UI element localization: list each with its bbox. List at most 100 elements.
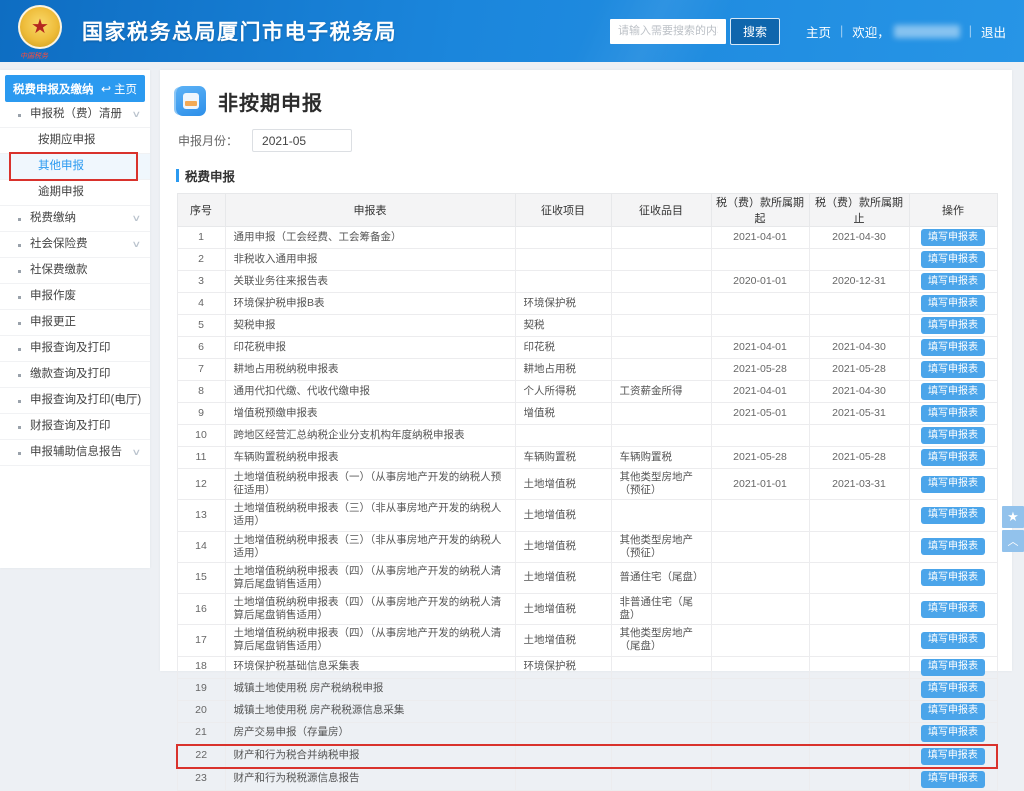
table-row: 21房产交易申报（存量房）填写申报表 (177, 722, 997, 745)
fill-form-button[interactable]: 填写申报表 (921, 476, 985, 493)
sidebar-item-label: 申报查询及打印(电厅) (30, 388, 141, 413)
fill-form-button[interactable]: 填写申报表 (921, 339, 985, 356)
sidebar-item[interactable]: 税费缴纳∨ (0, 206, 150, 232)
section-accent-bar (176, 169, 179, 182)
declaration-month-input[interactable] (252, 129, 352, 152)
cell-levy-item: 土地增值税 (515, 562, 611, 593)
fill-form-button[interactable]: 填写申报表 (921, 251, 985, 268)
cell-form-name: 土地增值税纳税申报表（三）（非从事房地产开发的纳税人适用） (225, 500, 515, 531)
fill-form-button[interactable]: 填写申报表 (921, 449, 985, 466)
cell-levy-subitem (611, 359, 711, 381)
fill-form-button[interactable]: 填写申报表 (921, 317, 985, 334)
sidebar-item[interactable]: 缴款查询及打印 (0, 362, 150, 388)
sidebar-item[interactable]: 申报作废 (0, 284, 150, 310)
sidebar-item[interactable]: 社会保险费∨ (0, 232, 150, 258)
logo-caption: 中国税务 (20, 51, 48, 61)
bullet-icon (18, 114, 21, 117)
sidebar-home-label: 主页 (114, 81, 137, 97)
sidebar-home-button[interactable]: ↩ 主页 (101, 81, 137, 97)
column-header: 税（费）款所属期止 (809, 194, 909, 227)
cell-levy-subitem (611, 293, 711, 315)
fill-form-button[interactable]: 填写申报表 (921, 632, 985, 649)
fill-form-button[interactable]: 填写申报表 (921, 601, 985, 618)
sidebar-item[interactable]: 申报辅助信息报告∨ (0, 440, 150, 466)
cell-action: 填写申报表 (909, 700, 997, 722)
column-header: 操作 (909, 194, 997, 227)
sidebar-item[interactable]: 逾期申报 (0, 180, 150, 206)
search-box: 搜索 (610, 18, 780, 45)
fill-form-button[interactable]: 填写申报表 (921, 361, 985, 378)
cell-period-start: 2021-04-01 (711, 227, 809, 249)
table-header-row: 序号申报表征收项目征收品目税（费）款所属期起税（费）款所属期止操作 (177, 194, 997, 227)
sidebar-item-label: 申报税（费）清册 (30, 102, 122, 127)
cell-levy-item: 环境保护税 (515, 656, 611, 678)
sidebar-item[interactable]: 其他申报 (0, 154, 150, 180)
cell-index: 20 (177, 700, 225, 722)
chevron-down-icon: ∨ (132, 232, 142, 257)
cell-form-name: 土地增值税纳税申报表（四）（从事房地产开发的纳税人清算后尾盘销售适用） (225, 562, 515, 593)
table-row: 5契税申报契税填写申报表 (177, 315, 997, 337)
tax-declaration-table: 序号申报表征收项目征收品目税（费）款所属期起税（费）款所属期止操作 1通用申报（… (176, 193, 998, 791)
sidebar-item[interactable]: 申报更正 (0, 310, 150, 336)
sidebar-header: 税费申报及缴纳 ↩ 主页 (5, 75, 145, 102)
fill-form-button[interactable]: 填写申报表 (921, 295, 985, 312)
cell-action: 填写申报表 (909, 293, 997, 315)
fill-form-button[interactable]: 填写申报表 (921, 748, 985, 765)
floating-toolbar: ★ ︿ (1002, 506, 1024, 554)
back-to-top-button[interactable]: ︿ (1002, 530, 1024, 552)
table-row: 7耕地占用税纳税申报表耕地占用税2021-05-282021-05-28填写申报… (177, 359, 997, 381)
fill-form-button[interactable]: 填写申报表 (921, 229, 985, 246)
favorite-star-button[interactable]: ★ (1002, 506, 1024, 528)
fill-form-button[interactable]: 填写申报表 (921, 569, 985, 586)
top-header: ★ 中国税务 国家税务总局厦门市电子税务局 搜索 主页 | 欢迎， | 退出 (0, 0, 1024, 62)
sidebar-menu: 申报税（费）清册∨按期应申报其他申报逾期申报税费缴纳∨社会保险费∨社保费缴款申报… (0, 102, 150, 466)
sidebar-item[interactable]: 申报查询及打印(电厅) (0, 388, 150, 414)
home-link[interactable]: 主页 (806, 22, 831, 41)
cell-period-end (809, 249, 909, 271)
cell-index: 4 (177, 293, 225, 315)
cell-levy-item: 土地增值税 (515, 469, 611, 500)
logout-link[interactable]: 退出 (981, 22, 1006, 41)
divider: | (969, 24, 972, 38)
cell-levy-item (515, 678, 611, 700)
cell-period-end: 2021-05-28 (809, 359, 909, 381)
search-input[interactable] (610, 19, 726, 44)
fill-form-button[interactable]: 填写申报表 (921, 405, 985, 422)
cell-levy-subitem (611, 500, 711, 531)
table-row: 17土地增值税纳税申报表（四）（从事房地产开发的纳税人清算后尾盘销售适用）土地增… (177, 625, 997, 656)
fill-form-button[interactable]: 填写申报表 (921, 771, 985, 788)
sidebar-item-label: 社保费缴款 (30, 258, 88, 283)
cell-period-end: 2021-03-31 (809, 469, 909, 500)
fill-form-button[interactable]: 填写申报表 (921, 681, 985, 698)
cell-levy-item (515, 700, 611, 722)
search-button[interactable]: 搜索 (730, 18, 780, 45)
table-row: 15土地增值税纳税申报表（四）（从事房地产开发的纳税人清算后尾盘销售适用）土地增… (177, 562, 997, 593)
cell-levy-subitem (611, 271, 711, 293)
cell-period-end (809, 425, 909, 447)
sidebar-item[interactable]: 申报税（费）清册∨ (0, 102, 150, 128)
cell-period-start (711, 768, 809, 791)
fill-form-button[interactable]: 填写申报表 (921, 273, 985, 290)
declaration-book-icon (176, 86, 206, 116)
cell-period-start: 2021-05-01 (711, 403, 809, 425)
fill-form-button[interactable]: 填写申报表 (921, 659, 985, 676)
cell-action: 填写申报表 (909, 722, 997, 745)
sidebar-item-label: 缴款查询及打印 (30, 362, 111, 387)
cell-levy-subitem: 普通住宅（尾盘） (611, 562, 711, 593)
fill-form-button[interactable]: 填写申报表 (921, 383, 985, 400)
fill-form-button[interactable]: 填写申报表 (921, 507, 985, 524)
cell-period-start (711, 315, 809, 337)
sidebar-item[interactable]: 社保费缴款 (0, 258, 150, 284)
cell-period-end (809, 500, 909, 531)
fill-form-button[interactable]: 填写申报表 (921, 427, 985, 444)
cell-index: 6 (177, 337, 225, 359)
sidebar-item[interactable]: 按期应申报 (0, 128, 150, 154)
fill-form-button[interactable]: 填写申报表 (921, 703, 985, 720)
sidebar-item[interactable]: 申报查询及打印 (0, 336, 150, 362)
table-row: 2非税收入通用申报填写申报表 (177, 249, 997, 271)
fill-form-button[interactable]: 填写申报表 (921, 725, 985, 742)
sidebar-item[interactable]: 财报查询及打印 (0, 414, 150, 440)
fill-form-button[interactable]: 填写申报表 (921, 538, 985, 555)
cell-period-start (711, 425, 809, 447)
divider: | (840, 24, 843, 38)
